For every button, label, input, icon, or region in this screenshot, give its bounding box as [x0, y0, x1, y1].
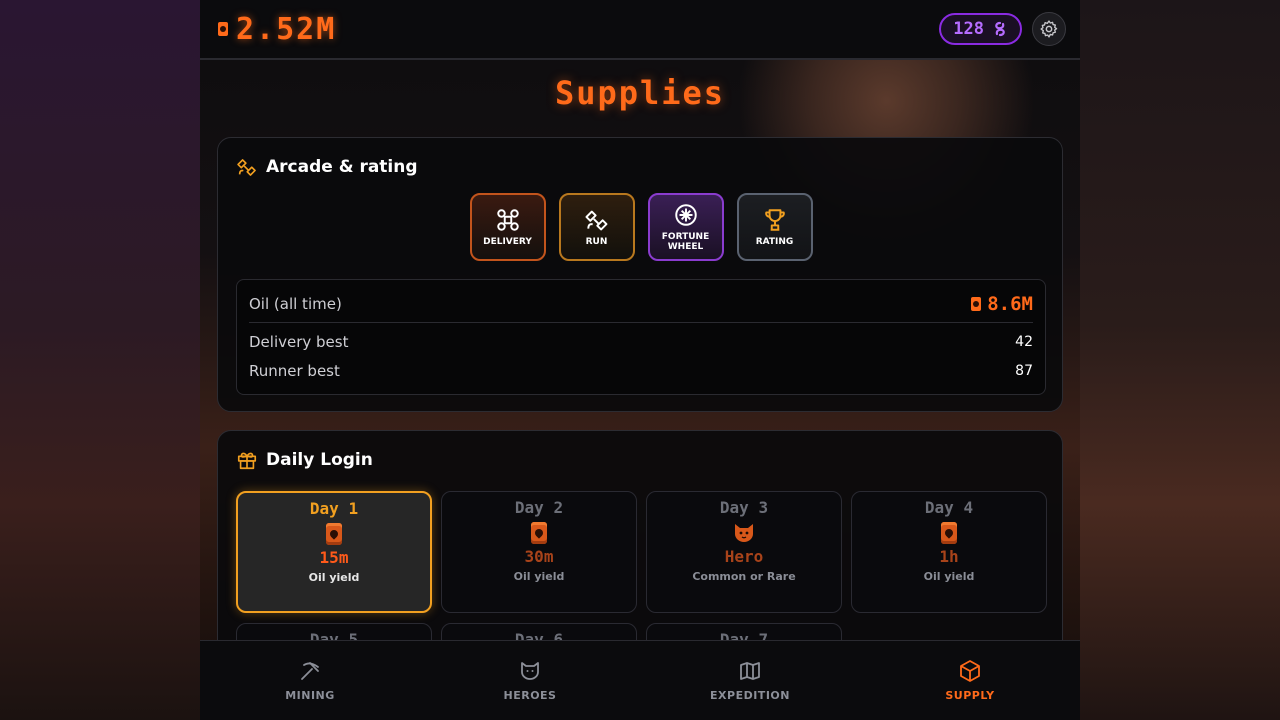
arcade-header: Arcade & rating	[236, 156, 418, 178]
oil-all-time-label: Oil (all time)	[249, 295, 342, 313]
fortune-wheel-button[interactable]: FORTUNE WHEEL	[647, 193, 724, 261]
arcade-panel: Arcade & rating DELIVERY RUN FORTUNE WHE…	[217, 137, 1063, 412]
balance-value: 2.52M	[236, 11, 337, 47]
delivery-best-value: 42	[1015, 334, 1033, 350]
nav-supply[interactable]: SUPPLY	[860, 641, 1080, 720]
day-reward: Hero	[724, 547, 764, 566]
oil-barrel-icon	[941, 521, 957, 545]
day-subtitle: Oil yield	[513, 570, 565, 583]
arcade-heading: Arcade & rating	[266, 157, 418, 177]
day-3-card[interactable]: Day 3 Hero Common or Rare	[646, 491, 842, 613]
day-4-card[interactable]: Day 4 1h Oil yield	[851, 491, 1047, 613]
rating-button[interactable]: RATING	[736, 193, 813, 261]
nav-supply-label: SUPPLY	[945, 689, 995, 702]
bottom-navigation: MINING HEROES EXPEDITION SUPPLY	[200, 640, 1080, 720]
gem-count: 128	[953, 19, 984, 39]
oil-balance: 2.52M	[218, 12, 336, 47]
oil-all-time-row: Oil (all time) 8.6M	[249, 293, 1033, 315]
nav-expedition[interactable]: EXPEDITION	[640, 641, 860, 720]
daily-login-header: Daily Login	[236, 449, 373, 471]
map-icon	[740, 662, 760, 680]
oil-total-number: 8.6M	[987, 293, 1033, 315]
background-right	[1080, 0, 1280, 720]
delivery-label: DELIVERY	[483, 237, 532, 247]
day-title: Day 3	[719, 498, 769, 517]
nav-heroes-label: HEROES	[503, 689, 557, 702]
swirl-gem-icon	[995, 21, 1005, 37]
top-right-controls: 128	[939, 12, 1066, 46]
day-subtitle: Common or Rare	[692, 570, 796, 583]
runner-best-row: Runner best 87	[249, 362, 1033, 380]
runner-best-value: 87	[1015, 363, 1033, 379]
run-game-button[interactable]: RUN	[558, 193, 635, 261]
daily-rewards-grid: Day 1 15m Oil yield Day 2 30m Oil yield …	[236, 491, 1047, 653]
stats-divider	[249, 322, 1033, 323]
drone-icon	[496, 209, 519, 231]
background-left	[0, 0, 200, 720]
nav-heroes[interactable]: HEROES	[420, 641, 640, 720]
day-subtitle: Oil yield	[923, 570, 975, 583]
delivery-best-row: Delivery best 42	[249, 333, 1033, 351]
oil-all-time-value: 8.6M	[971, 293, 1033, 315]
settings-button[interactable]	[1032, 12, 1066, 46]
box-icon	[960, 660, 980, 682]
run-label: RUN	[585, 237, 608, 247]
day-reward: 1h	[939, 547, 959, 566]
nav-mining[interactable]: MINING	[200, 641, 420, 720]
oil-barrel-icon	[326, 522, 342, 546]
satellite-icon	[584, 210, 607, 231]
top-bar: 2.52M 128	[200, 0, 1080, 60]
trophy-icon	[764, 209, 785, 231]
gem-counter[interactable]: 128	[939, 13, 1022, 45]
day-title: Day 4	[924, 498, 974, 517]
day-subtitle: Oil yield	[308, 571, 360, 584]
runner-best-label: Runner best	[249, 362, 340, 380]
app-frame: 2.52M 128 Supplies Arcade & rating DELIV…	[200, 0, 1080, 720]
day-2-card[interactable]: Day 2 30m Oil yield	[441, 491, 637, 613]
arcade-games: DELIVERY RUN FORTUNE WHEEL RATING	[218, 193, 1064, 261]
cat-icon	[521, 662, 539, 680]
day-reward: 15m	[319, 548, 349, 567]
nav-mining-label: MINING	[285, 689, 335, 702]
arcade-stats: Oil (all time) 8.6M Delivery best 42 Run…	[236, 279, 1046, 395]
pickaxe-icon	[301, 662, 319, 680]
delivery-game-button[interactable]: DELIVERY	[469, 193, 546, 261]
gift-icon	[237, 452, 257, 470]
oil-barrel-icon	[971, 297, 982, 311]
daily-login-heading: Daily Login	[266, 450, 373, 470]
oil-barrel-icon	[531, 521, 547, 545]
day-reward: 30m	[524, 547, 554, 566]
day-1-card[interactable]: Day 1 15m Oil yield	[236, 491, 432, 613]
oil-barrel-icon	[218, 22, 228, 36]
cat-icon	[735, 524, 753, 542]
page-title: Supplies	[554, 74, 726, 112]
delivery-best-label: Delivery best	[249, 333, 349, 351]
gear-icon	[1040, 20, 1058, 38]
day-title: Day 1	[309, 499, 359, 518]
nav-expedition-label: EXPEDITION	[710, 689, 790, 702]
rating-label: RATING	[755, 237, 794, 247]
day-title: Day 2	[514, 498, 564, 517]
satellite-icon	[237, 159, 256, 176]
fortune-wheel-label: FORTUNE WHEEL	[661, 232, 710, 252]
wheel-icon	[674, 204, 697, 226]
